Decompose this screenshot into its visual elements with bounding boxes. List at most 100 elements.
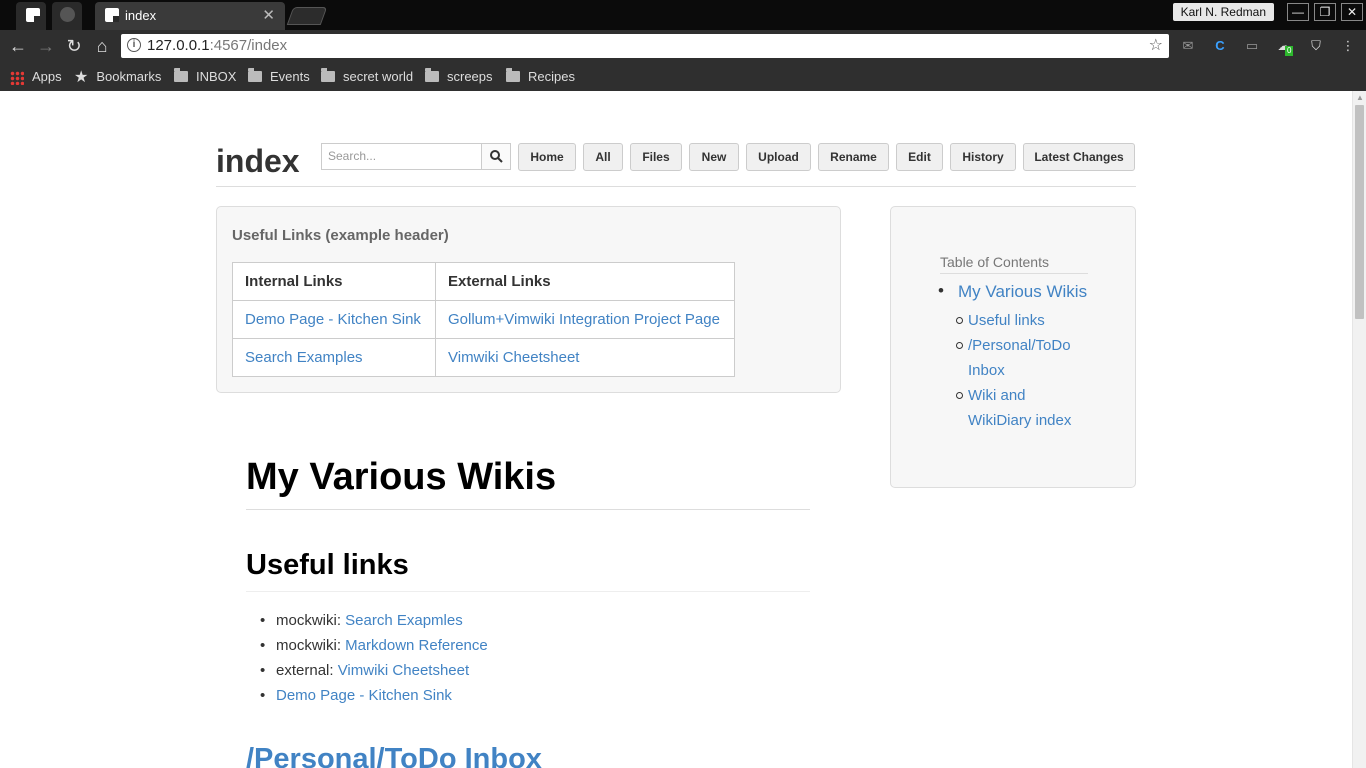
scroll-up-icon[interactable]: ▲ (1356, 93, 1364, 102)
toc-item: Useful links (956, 308, 1086, 333)
all-button[interactable]: All (583, 143, 623, 171)
heading-personal-todo-inbox[interactable]: /Personal/ToDo Inbox (246, 743, 542, 768)
folder-icon (248, 68, 262, 83)
site-info-icon[interactable]: i (127, 38, 141, 52)
back-icon[interactable]: ← (7, 35, 29, 57)
search-button[interactable] (481, 143, 511, 170)
menu-icon[interactable]: ⋮ (1340, 38, 1356, 54)
bookmark-inbox[interactable]: INBOX (174, 68, 236, 86)
restore-button[interactable]: ❐ (1314, 3, 1336, 21)
toc-box: Table of Contents My Various Wikis Usefu… (890, 206, 1136, 488)
tab-index[interactable]: index ✕ (95, 2, 285, 30)
profile-button[interactable]: Karl N. Redman (1172, 3, 1274, 21)
extension-badge-count: 0 (1285, 46, 1294, 56)
address-bar[interactable]: i 127.0.0.1:4567/index ☆ (121, 34, 1169, 58)
home-icon[interactable]: ⌂ (91, 35, 113, 57)
list-prefix: external: (276, 662, 338, 679)
reload-icon[interactable]: ↻ (63, 35, 85, 57)
apps-grid-icon (10, 70, 24, 85)
list-link[interactable]: Search Exapmles (345, 612, 463, 629)
gollum-favicon-icon (105, 8, 119, 22)
table-link[interactable]: Search Examples (245, 349, 363, 366)
history-button[interactable]: History (950, 143, 1016, 171)
list-item: mockwiki: Markdown Reference (260, 633, 488, 658)
edit-button[interactable]: Edit (896, 143, 943, 171)
search-input[interactable]: Search... (321, 143, 482, 170)
list-item: external: Vimwiki Cheetsheet (260, 658, 488, 683)
wiki-header-box: Useful Links (example header) Internal L… (216, 206, 841, 393)
gollum-favicon-icon (26, 8, 40, 22)
folder-icon (321, 68, 335, 83)
forward-icon[interactable]: → (35, 35, 57, 57)
url-text: 127.0.0.1:4567/index (147, 34, 287, 58)
list-prefix: mockwiki: (276, 612, 346, 629)
c-extension-icon[interactable]: C (1212, 38, 1228, 54)
new-tab-button[interactable] (286, 7, 328, 25)
list-link[interactable]: Markdown Reference (345, 637, 488, 654)
table-link[interactable]: Demo Page - Kitchen Sink (245, 311, 421, 328)
url-path: :4567/index (209, 37, 288, 54)
minimize-button[interactable]: — (1287, 3, 1309, 21)
bookmark-screeps[interactable]: screeps (425, 68, 493, 86)
new-button[interactable]: New (689, 143, 739, 171)
extension-badge-icon[interactable]: ☁ 0 (1276, 38, 1294, 56)
scrollbar-thumb[interactable] (1355, 105, 1364, 319)
pinned-tab-github[interactable] (52, 2, 82, 30)
bookmark-bookmarks[interactable]: ★ Bookmarks (74, 68, 161, 86)
list-link[interactable]: Vimwiki Cheetsheet (338, 662, 469, 679)
bookmark-star-icon[interactable]: ☆ (1149, 34, 1163, 58)
close-window-button[interactable]: ✕ (1341, 3, 1363, 21)
close-tab-icon[interactable]: ✕ (262, 6, 275, 24)
links-table: Internal Links External Links Demo Page … (232, 262, 735, 377)
table-header-row: Internal Links External Links (232, 262, 735, 301)
header-divider (216, 186, 1136, 187)
bookmark-label: screeps (447, 69, 493, 84)
table-link[interactable]: Gollum+Vimwiki Integration Project Page (448, 311, 720, 328)
toc-link[interactable]: Wiki and WikiDiary index (968, 383, 1088, 433)
upload-button[interactable]: Upload (746, 143, 811, 171)
url-host: 127.0.0.1 (147, 37, 210, 54)
list-prefix: mockwiki: (276, 637, 346, 654)
search-icon (490, 150, 503, 163)
toc-link[interactable]: My Various Wikis (958, 282, 1087, 302)
home-button[interactable]: Home (518, 143, 576, 171)
files-button[interactable]: Files (630, 143, 682, 171)
toc-link[interactable]: /Personal/ToDo Inbox (968, 333, 1088, 383)
tab-title: index (125, 8, 157, 23)
cast-icon[interactable]: ▭ (1244, 38, 1260, 54)
folder-icon (174, 68, 188, 83)
pinned-tab-1[interactable] (16, 2, 46, 30)
heading-divider (246, 509, 810, 510)
bookmark-label: INBOX (196, 69, 237, 84)
heading-my-various-wikis: My Various Wikis (246, 456, 557, 498)
table-link[interactable]: Vimwiki Cheetsheet (448, 349, 579, 366)
bookmark-events[interactable]: Events (248, 68, 310, 86)
bookmark-secret-world[interactable]: secret world (321, 68, 413, 86)
page-viewport: index Search... Home All Files New Uploa… (0, 91, 1352, 768)
bookmark-label: Apps (32, 69, 62, 84)
browser-toolbar: ← → ↻ ⌂ i 127.0.0.1:4567/index ☆ ✉ C ▭ ☁… (0, 30, 1366, 62)
mail-extension-icon[interactable]: ✉ (1180, 38, 1196, 54)
header-box-title: Useful Links (example header) (232, 227, 449, 244)
bookmark-apps[interactable]: Apps (10, 68, 62, 86)
heading-divider (246, 591, 810, 592)
column-header: Internal Links (232, 262, 436, 301)
rename-button[interactable]: Rename (818, 143, 889, 171)
toc-label: Table of Contents (940, 254, 1088, 274)
toc-link[interactable]: Useful links (968, 308, 1088, 333)
list-item: Demo Page - Kitchen Sink (260, 683, 488, 708)
list-link[interactable]: Demo Page - Kitchen Sink (276, 687, 452, 704)
page-scrollbar[interactable]: ▲ (1352, 91, 1366, 768)
useful-links-list: mockwiki: Search Exapmles mockwiki: Mark… (260, 608, 488, 708)
tab-strip: index ✕ Karl N. Redman — ❐ ✕ (0, 0, 1366, 30)
bookmark-label: secret world (343, 69, 414, 84)
star-icon: ★ (74, 68, 89, 86)
page-title: index (216, 143, 300, 179)
toc-item: /Personal/ToDo Inbox (956, 333, 1086, 383)
bookmark-recipes[interactable]: Recipes (506, 68, 575, 86)
bookmark-label: Recipes (528, 69, 575, 84)
github-icon (60, 7, 75, 22)
bookmark-label: Events (270, 69, 310, 84)
shield-extension-icon[interactable]: ⛉ (1308, 38, 1324, 54)
latest-changes-button[interactable]: Latest Changes (1023, 143, 1135, 171)
